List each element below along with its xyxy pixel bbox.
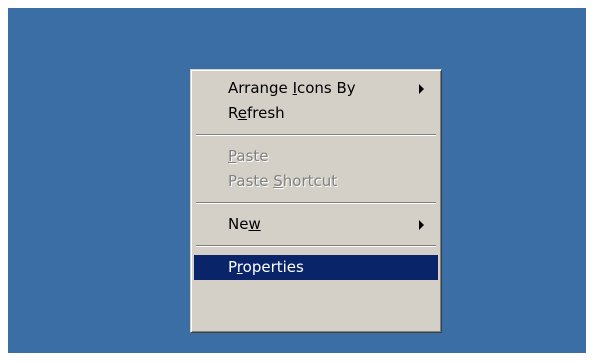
menu-item-refresh[interactable]: Refresh: [194, 101, 438, 126]
menu-item-arrange-icons-by[interactable]: Arrange Icons By: [194, 76, 438, 101]
menu-item-label: Paste Shortcut: [228, 172, 338, 190]
menu-item-label: Refresh: [228, 104, 285, 122]
menu-item-label: New: [228, 215, 261, 233]
menu-item-label: Paste: [228, 147, 269, 165]
menu-item-paste-shortcut: Paste Shortcut: [194, 169, 438, 194]
menu-item-new[interactable]: New: [194, 212, 438, 237]
menu-item-label: Properties: [228, 258, 304, 276]
menu-item-paste: Paste: [194, 144, 438, 169]
submenu-arrow-icon: [419, 84, 424, 94]
menu-separator: [196, 202, 436, 204]
menu-separator: [196, 134, 436, 136]
menu-separator: [196, 245, 436, 247]
menu-item-label: Arrange Icons By: [228, 79, 356, 97]
desktop-context-menu: Arrange Icons By Refresh Paste Paste Sho…: [190, 69, 442, 333]
desktop-background[interactable]: Arrange Icons By Refresh Paste Paste Sho…: [8, 8, 586, 353]
submenu-arrow-icon: [419, 220, 424, 230]
menu-item-properties[interactable]: Properties: [194, 255, 438, 280]
